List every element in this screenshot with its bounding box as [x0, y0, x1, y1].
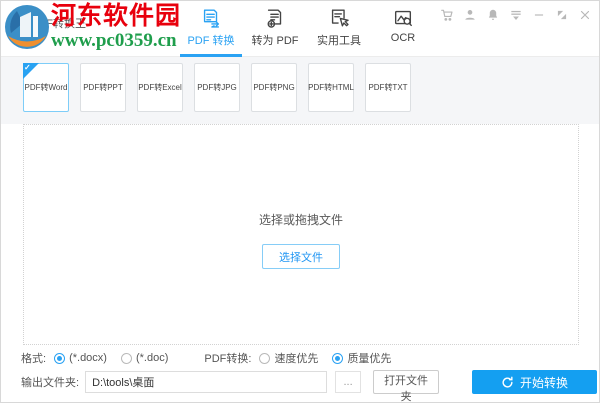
- radio-icon: [259, 352, 271, 364]
- user-icon[interactable]: [462, 7, 477, 22]
- nav-item-pdf-convert[interactable]: PDF 转换: [179, 5, 243, 57]
- browse-button[interactable]: ...: [335, 371, 362, 393]
- open-folder-button[interactable]: 打开文件夹: [373, 370, 440, 402]
- radio-docx[interactable]: (*.docx): [54, 352, 107, 364]
- cart-icon[interactable]: [439, 7, 454, 22]
- maximize-icon[interactable]: [554, 7, 569, 22]
- tab-label: PDF转PNG: [253, 83, 295, 92]
- options-row: 格式: (*.docx) (*.doc) PDF转换: 速度优先 质量优先: [21, 351, 405, 365]
- check-icon: [23, 63, 39, 79]
- nav-item-ocr[interactable]: OCR: [371, 5, 435, 56]
- refresh-icon: [501, 376, 514, 389]
- tab-label: PDF转Word: [24, 83, 68, 92]
- nav-label: 实用工具: [317, 35, 361, 47]
- radio-icon: [54, 352, 66, 364]
- radio-label: (*.doc): [135, 352, 169, 364]
- start-convert-label: 开始转换: [519, 375, 568, 390]
- radio-label: (*.docx): [69, 352, 107, 364]
- tab-pdf-to-word[interactable]: PDF转Word: [23, 63, 69, 112]
- to-pdf-icon: [264, 5, 286, 31]
- radio-icon: [120, 352, 132, 364]
- pdf-convert-icon: [200, 5, 222, 31]
- nav-label: PDF 转换: [187, 35, 235, 47]
- tab-pdf-to-excel[interactable]: PDF转Excel: [137, 63, 183, 112]
- start-convert-button[interactable]: 开始转换: [472, 370, 597, 394]
- site-logo-icon: [3, 3, 51, 51]
- app-window: PDF转换王 河东软件园 www.pc0359.cn PDF 转换 转为 PDF…: [0, 0, 600, 403]
- tab-pdf-to-jpg[interactable]: PDF转JPG: [194, 63, 240, 112]
- watermark-site-url: www.pc0359.cn: [51, 30, 177, 51]
- tab-pdf-to-ppt[interactable]: PDF转PPT: [80, 63, 126, 112]
- tab-pdf-to-png[interactable]: PDF转PNG: [251, 63, 297, 112]
- nav-label: OCR: [390, 32, 416, 44]
- tab-pdf-to-txt[interactable]: PDF转TXT: [365, 63, 411, 112]
- nav-item-to-pdf[interactable]: 转为 PDF: [243, 5, 307, 56]
- nav-label: 转为 PDF: [251, 35, 299, 47]
- format-label: 格式:: [21, 353, 47, 365]
- nav-item-tools[interactable]: 实用工具: [307, 5, 371, 56]
- window-controls: [439, 7, 592, 22]
- radio-label: 质量优先: [347, 353, 392, 365]
- minimize-icon[interactable]: [531, 7, 546, 22]
- header: PDF转换王 河东软件园 www.pc0359.cn PDF 转换 转为 PDF…: [1, 1, 599, 57]
- convert-mode-label: PDF转换:: [204, 353, 252, 365]
- output-folder-label: 输出文件夹:: [21, 377, 80, 389]
- top-nav: PDF 转换 转为 PDF 实用工具 OCR: [179, 5, 435, 57]
- file-dropzone[interactable]: 选择或拖拽文件 选择文件: [23, 124, 579, 345]
- tab-label: PDF转HTML: [308, 83, 354, 92]
- bell-icon[interactable]: [485, 7, 500, 22]
- radio-doc[interactable]: (*.doc): [120, 352, 169, 364]
- conversion-tabs: PDF转Word PDF转PPT PDF转Excel PDF转JPG PDF转P…: [1, 57, 599, 124]
- watermark-text: 河东软件园 www.pc0359.cn: [51, 4, 181, 50]
- output-path-input[interactable]: [85, 371, 328, 393]
- radio-speed-priority[interactable]: 速度优先: [259, 350, 318, 366]
- ocr-icon: [392, 5, 414, 31]
- tab-pdf-to-html[interactable]: PDF转HTML: [308, 63, 354, 112]
- radio-quality-priority[interactable]: 质量优先: [332, 350, 391, 366]
- dropzone-hint: 选择或拖拽文件: [258, 213, 343, 227]
- tab-label: PDF转PPT: [83, 83, 123, 92]
- watermark-logo: 河东软件园 www.pc0359.cn: [3, 3, 181, 51]
- tab-label: PDF转TXT: [368, 83, 408, 92]
- watermark-site-name: 河东软件园: [51, 3, 182, 30]
- radio-icon: [332, 352, 344, 364]
- tab-label: PDF转JPG: [197, 83, 237, 92]
- select-file-button[interactable]: 选择文件: [262, 244, 340, 269]
- output-row: 输出文件夹: ... 打开文件夹 开始转换: [21, 370, 597, 402]
- tools-icon: [328, 5, 350, 31]
- tab-label: PDF转Excel: [138, 83, 182, 92]
- radio-label: 速度优先: [274, 353, 319, 365]
- close-icon[interactable]: [577, 7, 592, 22]
- menu-icon[interactable]: [508, 7, 523, 22]
